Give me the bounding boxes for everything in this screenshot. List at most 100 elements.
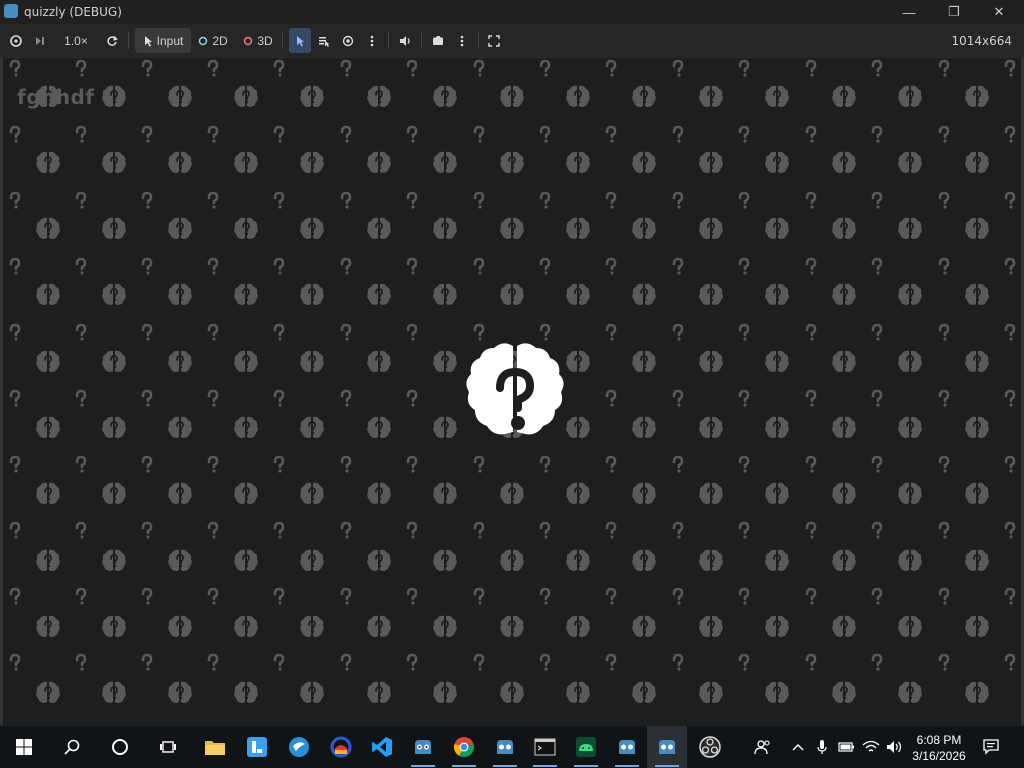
brain-icon (366, 680, 392, 704)
intellij-button[interactable] (237, 726, 277, 768)
brain-icon (831, 216, 857, 240)
brain-icon (101, 481, 127, 505)
brain-icon (432, 150, 458, 174)
question-mark-icon (406, 455, 418, 474)
question-mark-icon (340, 389, 352, 408)
brain-icon (565, 150, 591, 174)
question-mark-icon (938, 389, 950, 408)
restore-button[interactable]: ❐ (931, 0, 977, 24)
godot-current-button[interactable] (647, 726, 687, 768)
brain-icon (432, 349, 458, 373)
brain-icon (167, 216, 193, 240)
brain-icon (964, 481, 990, 505)
notification-icon[interactable] (980, 726, 1002, 768)
select-icon[interactable] (289, 28, 311, 53)
more-icon[interactable] (362, 28, 382, 53)
question-mark-icon (406, 587, 418, 606)
question-mark-icon (406, 521, 418, 540)
input-icon (144, 35, 152, 46)
vscode-icon (372, 737, 392, 757)
remote-debug-icon[interactable] (6, 28, 26, 53)
godot-app-icon (4, 4, 18, 18)
question-mark-icon (207, 125, 219, 144)
volume-icon[interactable] (884, 726, 906, 768)
people-icon[interactable] (750, 726, 776, 768)
question-mark-icon (473, 59, 485, 78)
chevron-up-icon[interactable] (788, 726, 808, 768)
question-mark-icon (871, 653, 883, 672)
brain-icon (299, 282, 325, 306)
question-mark-icon (406, 125, 418, 144)
question-mark-icon (473, 191, 485, 210)
obs-button[interactable] (690, 726, 730, 768)
chrome-button[interactable] (444, 726, 484, 768)
question-mark-icon (273, 59, 285, 78)
intellij-icon (247, 737, 267, 757)
question-mark-icon (871, 587, 883, 606)
brain-icon (764, 282, 790, 306)
question-mark-icon (473, 257, 485, 276)
question-mark-icon (738, 521, 750, 540)
question-mark-icon (539, 191, 551, 210)
question-mark-icon (340, 323, 352, 342)
minimize-button[interactable]: — (886, 0, 932, 24)
brain-icon (831, 680, 857, 704)
audio-icon[interactable] (395, 28, 415, 53)
mode-3d-button[interactable]: 3D (240, 28, 276, 53)
brain-icon (565, 680, 591, 704)
question-mark-icon (805, 125, 817, 144)
question-mark-icon (672, 389, 684, 408)
question-mark-icon (75, 125, 87, 144)
visibility-icon[interactable] (338, 28, 358, 53)
fullscreen-icon[interactable] (484, 28, 504, 53)
brain-icon (964, 84, 990, 108)
camera-icon[interactable] (428, 28, 448, 53)
task-view-button[interactable] (148, 726, 188, 768)
question-mark-icon (805, 191, 817, 210)
question-mark-icon (473, 455, 485, 474)
obs-style-button[interactable] (321, 726, 361, 768)
chrome-icon (454, 737, 474, 758)
reset-speed-icon[interactable] (102, 28, 122, 53)
mode-3d-label: 3D (257, 33, 273, 48)
question-mark-icon (473, 125, 485, 144)
godot-button[interactable] (607, 726, 647, 768)
brain-icon (432, 282, 458, 306)
task-view-icon (160, 741, 176, 753)
cortana-button[interactable] (100, 726, 140, 768)
search-button[interactable] (52, 726, 92, 768)
brain-icon (631, 349, 657, 373)
taskbar-clock[interactable]: 6:08 PM 3/16/2026 (904, 732, 974, 764)
question-mark-icon (672, 257, 684, 276)
terminal-button[interactable] (525, 726, 565, 768)
question-mark-icon (871, 389, 883, 408)
folder-icon (205, 741, 225, 755)
mic-icon[interactable] (812, 726, 832, 768)
vpn-button[interactable] (279, 726, 319, 768)
android-studio-button[interactable] (566, 726, 606, 768)
godot-button[interactable] (403, 726, 443, 768)
step-frame-icon[interactable] (30, 28, 50, 53)
brain-icon (167, 548, 193, 572)
list-select-icon[interactable] (314, 28, 334, 53)
input-toggle[interactable]: Input (135, 28, 191, 53)
wifi-icon[interactable] (860, 726, 882, 768)
brain-icon (764, 481, 790, 505)
godot-button[interactable] (485, 726, 525, 768)
question-mark-icon (738, 191, 750, 210)
more-icon[interactable] (452, 28, 472, 53)
question-mark-icon (9, 323, 21, 342)
speed-label[interactable]: 1.0× (56, 28, 96, 53)
mode-2d-button[interactable]: 2D (195, 28, 231, 53)
game-viewport[interactable]: fghhdf (0, 57, 1024, 726)
battery-icon[interactable] (836, 726, 856, 768)
brain-icon (698, 84, 724, 108)
brain-icon (565, 614, 591, 638)
question-mark-icon (141, 653, 153, 672)
vscode-button[interactable] (362, 726, 402, 768)
start-button[interactable] (4, 726, 44, 768)
file-explorer-button[interactable] (195, 726, 235, 768)
brain-icon (897, 481, 923, 505)
question-mark-icon (75, 455, 87, 474)
close-button[interactable]: ✕ (976, 0, 1022, 24)
